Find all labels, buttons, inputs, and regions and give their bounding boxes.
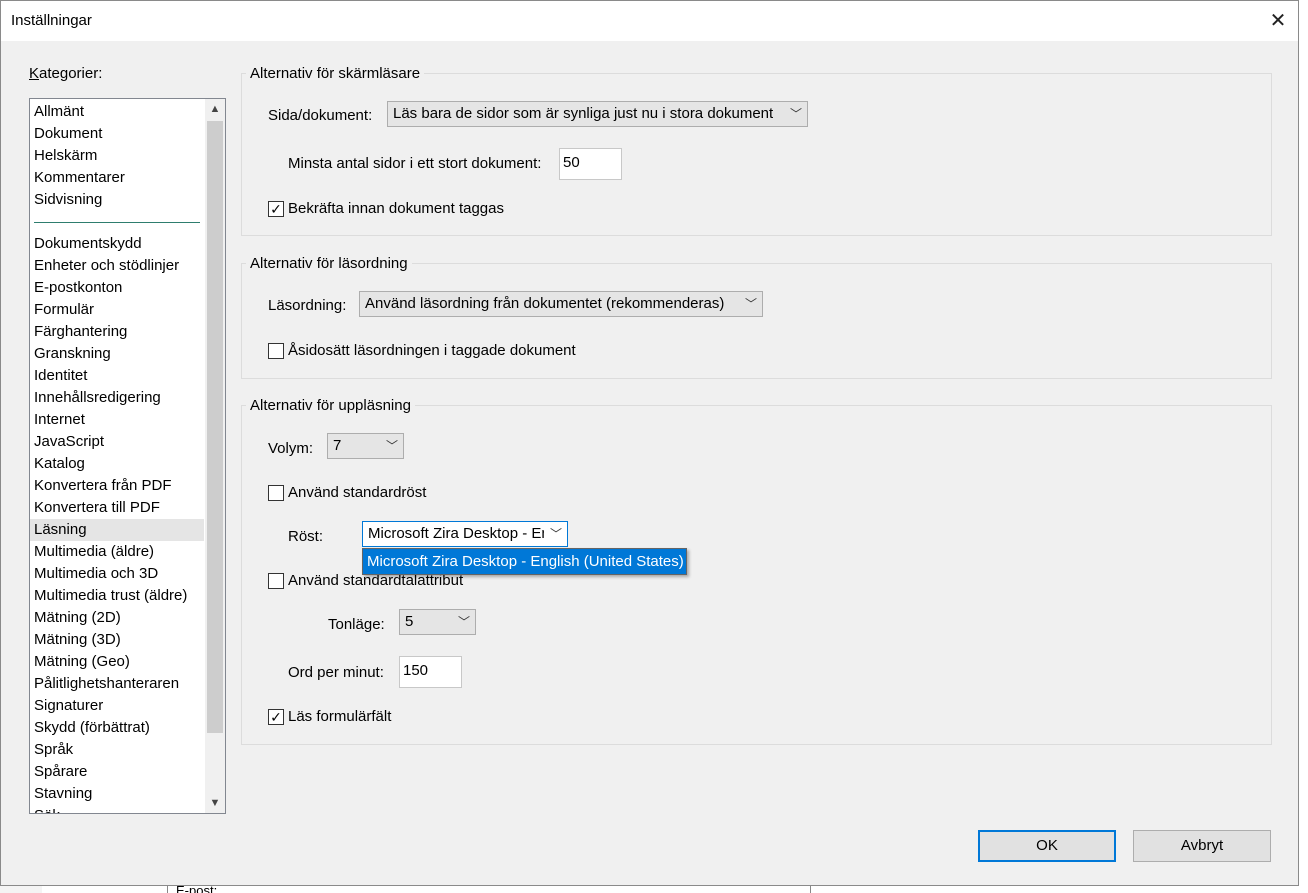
category-item[interactable]: Enheter och stödlinjer bbox=[30, 255, 204, 277]
category-item[interactable]: Mätning (Geo) bbox=[30, 651, 204, 673]
category-item[interactable]: Helskärm bbox=[30, 145, 204, 167]
min-pages-input[interactable]: 50 bbox=[559, 148, 622, 180]
page-doc-label: Sida/dokument: bbox=[268, 107, 373, 124]
chevron-down-icon: ﹀ bbox=[549, 527, 562, 541]
default-speech-checkbox[interactable] bbox=[268, 573, 284, 589]
override-order-checkbox[interactable] bbox=[268, 343, 284, 359]
category-item[interactable]: Pålitlighetshanteraren bbox=[30, 673, 204, 695]
background-app-footer: E-post: bbox=[0, 886, 1308, 893]
category-item[interactable]: Mätning (3D) bbox=[30, 629, 204, 651]
category-item[interactable]: Dokument bbox=[30, 123, 204, 145]
chevron-down-icon: ﹀ bbox=[457, 615, 470, 629]
read-aloud-group-title: Alternativ för uppläsning bbox=[246, 397, 415, 414]
category-item[interactable]: Mätning (2D) bbox=[30, 607, 204, 629]
category-item[interactable]: Signaturer bbox=[30, 695, 204, 717]
preferences-dialog: Inställningar ✕ Kategorier: Allmänt Dokum… bbox=[0, 0, 1299, 886]
min-pages-value: 50 bbox=[563, 154, 580, 171]
category-item[interactable]: Formulär bbox=[30, 299, 204, 321]
category-item[interactable]: Konvertera till PDF bbox=[30, 497, 204, 519]
category-item[interactable]: Innehållsredigering bbox=[30, 387, 204, 409]
volume-select[interactable]: 7 ﹀ bbox=[327, 433, 404, 459]
category-item[interactable]: Skydd (förbättrat) bbox=[30, 717, 204, 739]
pitch-label: Tonläge: bbox=[328, 616, 385, 633]
category-item[interactable]: Spårare bbox=[30, 761, 204, 783]
check-icon: ✓ bbox=[270, 201, 282, 217]
wpm-input[interactable]: 150 bbox=[399, 656, 462, 688]
category-item[interactable]: Multimedia och 3D bbox=[30, 563, 204, 585]
page-doc-select[interactable]: Läs bara de sidor som är synliga just nu… bbox=[387, 101, 808, 127]
chevron-down-icon: ﹀ bbox=[385, 439, 398, 453]
min-pages-label: Minsta antal sidor i ett stort dokument: bbox=[288, 155, 542, 172]
categories-label-text: ategorier: bbox=[39, 65, 103, 82]
cancel-button[interactable]: Avbryt bbox=[1133, 830, 1271, 862]
scroll-thumb[interactable] bbox=[207, 121, 223, 733]
voice-label: Röst: bbox=[288, 528, 324, 545]
close-icon[interactable]: ✕ bbox=[1263, 7, 1293, 35]
category-item[interactable]: Dokumentskydd bbox=[30, 233, 204, 255]
category-item[interactable]: Katalog bbox=[30, 453, 204, 475]
page-doc-value: Läs bara de sidor som är synliga just nu… bbox=[393, 105, 774, 122]
default-voice-checkbox[interactable] bbox=[268, 485, 284, 501]
scroll-down-icon[interactable]: ▼ bbox=[205, 793, 225, 813]
category-item[interactable]: Kommentarer bbox=[30, 167, 204, 189]
category-item[interactable]: Granskning bbox=[30, 343, 204, 365]
categories-list[interactable]: Allmänt Dokument Helskärm Kommentarer Sidvis… bbox=[29, 98, 226, 814]
reading-order-group bbox=[241, 263, 1272, 379]
background-text: E-post: bbox=[176, 886, 217, 893]
category-item[interactable]: E-postkonton bbox=[30, 277, 204, 299]
category-item[interactable]: Färghantering bbox=[30, 321, 204, 343]
category-item[interactable]: Konvertera från PDF bbox=[30, 475, 204, 497]
read-form-label[interactable]: Läs formulärfält bbox=[288, 708, 391, 725]
voice-value: Microsoft Zira Desktop - En bbox=[368, 525, 544, 542]
categories-scrollbar[interactable]: ▲ ▼ bbox=[205, 99, 225, 813]
scroll-up-icon[interactable]: ▲ bbox=[205, 99, 225, 119]
check-icon: ✓ bbox=[270, 709, 282, 725]
categories-label: Kategorier: bbox=[29, 65, 103, 82]
wpm-value: 150 bbox=[403, 662, 429, 679]
category-item[interactable]: Identitet bbox=[30, 365, 204, 387]
dialog-title: Inställningar bbox=[11, 12, 92, 29]
voice-select[interactable]: Microsoft Zira Desktop - En ﹀ bbox=[362, 521, 568, 547]
category-item[interactable]: Allmänt bbox=[30, 101, 204, 123]
chevron-down-icon: ﹀ bbox=[789, 107, 802, 121]
category-separator bbox=[30, 211, 204, 233]
pitch-value: 5 bbox=[405, 613, 414, 630]
wpm-label: Ord per minut: bbox=[288, 664, 384, 681]
category-item[interactable]: Multimedia (äldre) bbox=[30, 541, 204, 563]
default-voice-label[interactable]: Använd standardröst bbox=[288, 484, 426, 501]
reading-order-group-title: Alternativ för läsordning bbox=[246, 255, 412, 272]
ok-button[interactable]: OK bbox=[978, 830, 1116, 862]
category-item[interactable]: Språk bbox=[30, 739, 204, 761]
override-order-label[interactable]: Åsidosätt läsordningen i taggade dokumen… bbox=[288, 342, 576, 359]
pitch-select[interactable]: 5 ﹀ bbox=[399, 609, 476, 635]
reading-order-select[interactable]: Använd läsordning från dokumentet (rekom… bbox=[359, 291, 763, 317]
categories-items: Allmänt Dokument Helskärm Kommentarer Sidvis… bbox=[30, 101, 204, 813]
category-item[interactable]: Sidvisning bbox=[30, 189, 204, 211]
title-bar: Inställningar ✕ bbox=[1, 1, 1298, 41]
read-form-checkbox[interactable]: ✓ bbox=[268, 709, 284, 725]
category-item[interactable]: Läsning bbox=[30, 519, 204, 541]
confirm-tag-checkbox[interactable]: ✓ bbox=[268, 201, 284, 217]
voice-option[interactable]: Microsoft Zira Desktop - English (United… bbox=[367, 553, 684, 570]
reading-order-label: Läsordning: bbox=[268, 297, 347, 314]
volume-value: 7 bbox=[333, 437, 342, 454]
voice-dropdown-list[interactable]: Microsoft Zira Desktop - English (United… bbox=[362, 548, 687, 575]
category-item[interactable]: Sök bbox=[30, 805, 204, 813]
screen-reader-group-title: Alternativ för skärmläsare bbox=[246, 65, 425, 82]
chevron-down-icon: ﹀ bbox=[744, 297, 757, 311]
reading-order-value: Använd läsordning från dokumentet (rekom… bbox=[365, 295, 725, 312]
confirm-tag-label[interactable]: Bekräfta innan dokument taggas bbox=[288, 200, 504, 217]
volume-label: Volym: bbox=[268, 440, 314, 457]
category-item[interactable]: JavaScript bbox=[30, 431, 204, 453]
category-item[interactable]: Stavning bbox=[30, 783, 204, 805]
category-item[interactable]: Multimedia trust (äldre) bbox=[30, 585, 204, 607]
category-item[interactable]: Internet bbox=[30, 409, 204, 431]
